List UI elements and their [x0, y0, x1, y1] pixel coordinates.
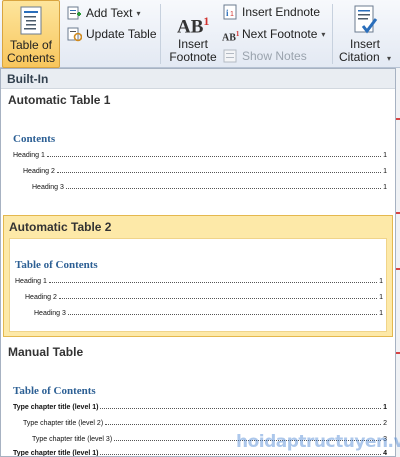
leader-dots	[56, 172, 382, 173]
preview-line-text: Type chapter title (level 2)	[23, 420, 104, 427]
preview-line-text: Heading 2	[23, 168, 55, 175]
insert-endnote-label: Insert Endnote	[242, 5, 321, 19]
leader-dots	[48, 282, 378, 283]
document-edge	[396, 68, 400, 457]
preview-line-text: Heading 1	[15, 278, 47, 285]
preview-line: Heading 1 1	[13, 147, 387, 159]
group-separator	[332, 4, 333, 64]
chevron-down-icon: ▾	[321, 29, 326, 39]
show-notes-label: Show Notes	[242, 49, 307, 63]
insert-citation-line2: Citation	[338, 50, 380, 64]
leader-dots	[67, 314, 378, 315]
insert-citation-icon	[349, 4, 381, 36]
toc-label-line2: Contents	[6, 51, 56, 65]
preview-page-number: 1	[383, 152, 387, 159]
next-footnote-glyph: AB	[222, 32, 236, 44]
insert-citation-button[interactable]: Insert Citation ▾	[336, 0, 394, 68]
preview-line-text: Type chapter title (level 1)	[13, 404, 99, 411]
preview-line: Heading 1 1	[15, 273, 383, 285]
gallery-item-automatic-table-1[interactable]: Automatic Table 1 Contents Heading 1 1 He…	[1, 89, 395, 217]
preview-line-text: Heading 1	[13, 152, 45, 159]
spelling-mark	[396, 268, 400, 270]
table-of-contents-icon	[15, 5, 47, 37]
insert-footnote-label: Insert Footnote	[169, 38, 216, 64]
preview-line: Heading 3 1	[34, 305, 383, 317]
update-table-label: Update Table	[86, 27, 157, 41]
insert-endnote-button[interactable]: i 1 Insert Endnote	[222, 2, 320, 22]
preview-page-number: 1	[379, 278, 383, 285]
table-of-contents-button[interactable]: Table of Contents ▾	[2, 0, 60, 77]
preview-line: Heading 3 1	[32, 179, 387, 191]
group-separator	[160, 4, 161, 64]
leader-dots	[65, 188, 382, 189]
chevron-down-icon: ▾	[387, 54, 392, 63]
preview-line-text: Heading 2	[25, 294, 57, 301]
next-footnote-icon: AB1	[222, 26, 240, 44]
add-text-label: Add Text	[86, 6, 133, 20]
preview-line-text: Heading 3	[34, 310, 66, 317]
gallery-item-automatic-table-2[interactable]: Automatic Table 2 Table of Contents Head…	[3, 215, 393, 337]
gallery-item-title: Automatic Table 1	[8, 93, 111, 107]
preview-line: Heading 2 1	[23, 163, 387, 175]
leader-dots	[100, 408, 382, 409]
preview-page-number: 2	[383, 420, 387, 427]
preview-title: Contents	[13, 133, 56, 145]
insert-footnote-line1: Insert	[177, 37, 208, 51]
endnote-icon: i 1	[222, 4, 238, 20]
toc-preview: Contents Heading 1 1 Heading 2 1 Heading 3…	[8, 115, 390, 215]
section-header-built-in: Built-In	[1, 69, 395, 89]
toc-preview: Table of Contents Heading 11 Heading 21 …	[9, 238, 387, 332]
next-footnote-button[interactable]: AB1 Next Footnote ▾	[222, 24, 325, 44]
footnote-superscript: 1	[203, 14, 210, 28]
toc-label-line1: Table of	[9, 38, 53, 52]
preview-page-number: 1	[383, 168, 387, 175]
leader-dots	[105, 424, 382, 425]
next-footnote-label: Next Footnote	[242, 27, 318, 41]
footnote-icon: AB1	[177, 4, 210, 38]
preview-line-text: Type chapter title (level 1)	[13, 450, 99, 457]
leader-dots	[58, 298, 378, 299]
preview-page-number: 1	[379, 310, 383, 317]
add-text-button[interactable]: Add Text ▾	[66, 3, 141, 23]
preview-line: Type chapter title (level 2) 2	[23, 415, 387, 427]
preview-line-text: Heading 3	[32, 184, 64, 191]
spelling-mark	[396, 212, 400, 214]
insert-footnote-line2: Footnote	[169, 50, 217, 64]
preview-title: Table of Contents	[15, 259, 98, 271]
preview-title: Table of Contents	[13, 385, 96, 397]
spelling-mark	[396, 118, 400, 120]
table-of-contents-gallery: Built-In Automatic Table 1 Contents Head…	[0, 68, 396, 457]
gallery-item-title: Automatic Table 2	[9, 220, 112, 234]
update-table-icon	[66, 26, 83, 42]
watermark-text: hoidaptructuyen.vn	[236, 432, 400, 452]
add-text-icon	[66, 5, 82, 21]
leader-dots	[100, 454, 382, 455]
svg-text:1: 1	[230, 11, 234, 18]
insert-citation-label: Insert Citation ▾	[339, 38, 391, 65]
update-table-button[interactable]: Update Table	[66, 24, 157, 44]
references-ribbon: Table of Contents ▾ Add Text ▾ Update Ta…	[0, 0, 400, 77]
insert-footnote-button[interactable]: AB1 Insert Footnote	[164, 0, 222, 68]
preview-line-text: Type chapter title (level 3)	[32, 436, 113, 443]
show-notes-button[interactable]: Show Notes	[222, 46, 307, 66]
next-footnote-superscript: 1	[235, 30, 240, 38]
footnote-glyph: AB	[177, 16, 204, 38]
preview-page-number: 1	[383, 184, 387, 191]
show-notes-icon	[222, 48, 238, 64]
insert-citation-line1: Insert	[349, 37, 380, 51]
spelling-mark	[396, 352, 400, 354]
preview-page-number: 1	[383, 404, 387, 411]
preview-line: Heading 2 1	[25, 289, 383, 301]
leader-dots	[46, 156, 382, 157]
gallery-item-title: Manual Table	[8, 345, 84, 359]
preview-page-number: 1	[379, 294, 383, 301]
chevron-down-icon: ▾	[136, 8, 141, 18]
preview-line: Type chapter title (level 1) 1	[13, 399, 387, 411]
